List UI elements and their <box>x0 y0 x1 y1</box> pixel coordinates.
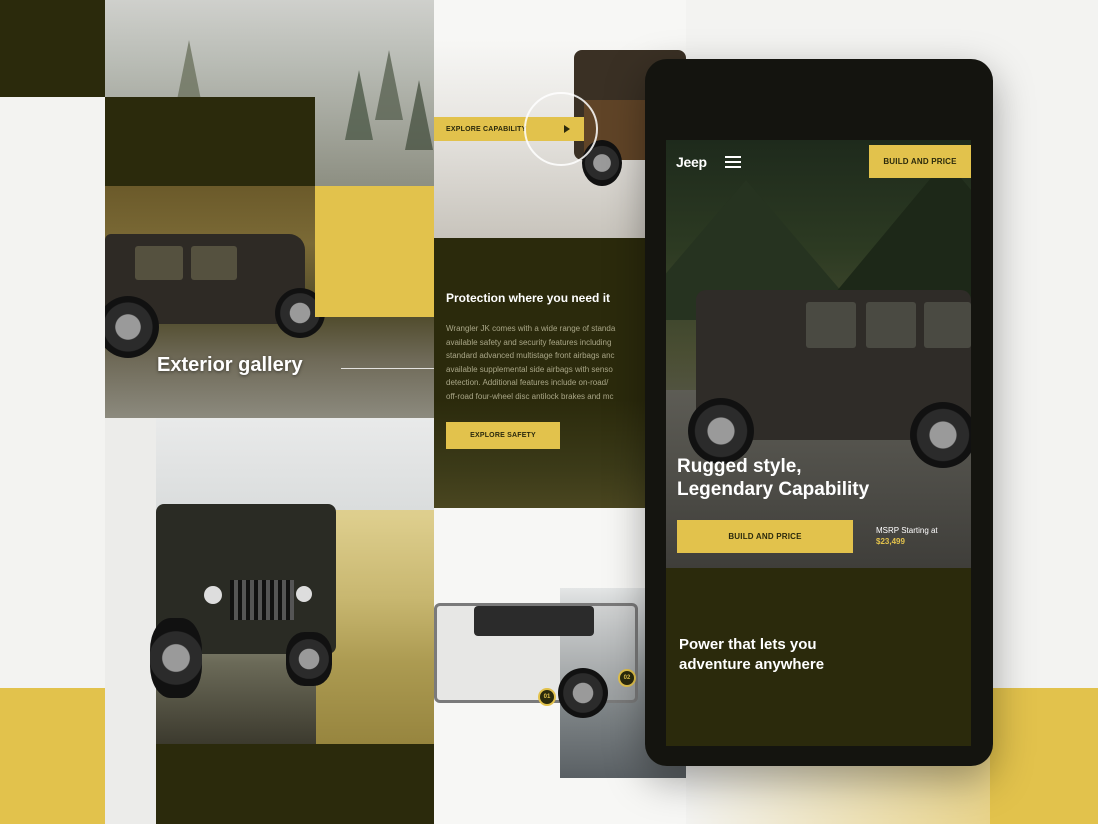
hover-ring <box>524 92 598 166</box>
bg-block-top-left <box>0 0 105 97</box>
phone-screen: Jeep BUILD AND PRICE Rugged style, Legen… <box>666 140 971 746</box>
gallery-heading: Exterior gallery <box>157 354 303 376</box>
hero-photo <box>666 140 971 568</box>
hero-heading: Rugged style, Legendary Capability <box>677 456 870 500</box>
msrp-label: MSRP Starting at <box>876 526 938 535</box>
header-build-price-button[interactable]: BUILD AND PRICE <box>869 145 971 178</box>
hotspot-01[interactable]: 01 <box>538 688 556 706</box>
olive-block <box>105 97 315 186</box>
yellow-block <box>315 186 434 317</box>
explore-capability-label: EXPLORE CAPABILITY <box>446 125 527 133</box>
jeep-front-photo <box>150 418 434 744</box>
explore-safety-button[interactable]: EXPLORE SAFETY <box>446 422 560 449</box>
bottom-olive-block <box>156 744 434 824</box>
hero-build-price-button[interactable]: BUILD AND PRICE <box>677 520 853 553</box>
msrp-value: $23,499 <box>876 537 905 546</box>
bg-block-bottom-left <box>0 688 105 824</box>
bg-block-bottom-right <box>990 688 1098 824</box>
brand-logo[interactable]: Jeep <box>676 154 707 170</box>
hotspot-02[interactable]: 02 <box>618 669 636 687</box>
power-section: Power that lets you adventure anywhere <box>666 568 971 746</box>
gallery-divider <box>341 368 434 369</box>
msrp-block: MSRP Starting at $23,499 <box>876 525 938 547</box>
power-heading: Power that lets you adventure anywhere <box>679 636 825 673</box>
left-panel: Exterior gallery <box>105 0 434 824</box>
hamburger-icon[interactable] <box>725 153 743 169</box>
phone-mockup: Jeep BUILD AND PRICE Rugged style, Legen… <box>645 59 993 766</box>
protection-heading: Protection where you need it <box>446 291 611 305</box>
